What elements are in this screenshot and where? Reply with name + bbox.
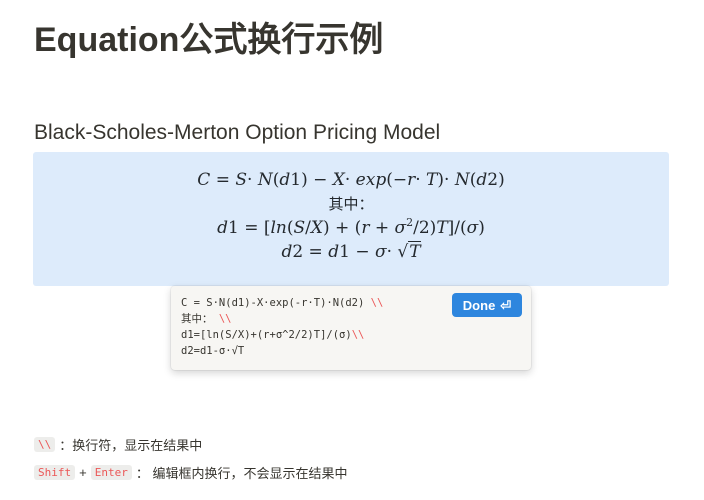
equation-line-4: d2 = d1 − σ· √T (281, 241, 421, 262)
equation-block[interactable]: C = S· N(d1) − X· exp(−r· T)· N(d2) 其中： … (33, 152, 669, 286)
equation-rendered: C = S· N(d1) − X· exp(−r· T)· N(d2) 其中： … (33, 168, 669, 264)
editor-line: d1=[ln(S/X)+(r+σ^2/2)T]/(σ)\\ (181, 329, 365, 341)
hint-line-break: \\ ：换行符，显示在结果中 (34, 434, 202, 454)
enter-key: Enter (90, 464, 132, 480)
equation-editor-input[interactable]: C = S·N(d1)-X·exp(-r·T)·N(d2) \\ 其中： \\ … (181, 295, 441, 359)
done-button[interactable]: Done ⏎ (452, 293, 522, 317)
shift-key: Shift (34, 464, 76, 480)
page-title: Equation公式换行示例 (34, 21, 384, 59)
hint-text: ：换行符，显示在结果中 (59, 437, 203, 453)
editor-line: 其中： \\ (181, 313, 232, 325)
section-heading: Black-Scholes-Merton Option Pricing Mode… (34, 121, 441, 144)
equation-line-3: d1 = [ln(S/X) + (r + σ2/2)T]/(σ) (217, 216, 485, 238)
line-break-token: \\ (370, 297, 384, 309)
backslash-key: \\ (34, 436, 56, 452)
done-label: Done (462, 297, 496, 313)
equation-line-1: C = S· N(d1) − X· exp(−r· T)· N(d2) (197, 170, 505, 190)
plus-sign: + (79, 464, 87, 480)
line-break-token: \\ (351, 329, 365, 341)
editor-line: C = S·N(d1)-X·exp(-r·T)·N(d2) \\ (181, 297, 384, 309)
enter-return-icon: ⏎ (500, 297, 512, 313)
hint-shift-enter: Shift + Enter ： 编辑框内换行，不会显示在结果中 (34, 462, 347, 482)
hint-text: ： 编辑框内换行，不会显示在结果中 (135, 465, 348, 481)
editor-line: d2=d1-σ·√T (181, 345, 245, 357)
line-break-token: \\ (218, 313, 232, 325)
equation-line-2: 其中： (328, 195, 374, 213)
